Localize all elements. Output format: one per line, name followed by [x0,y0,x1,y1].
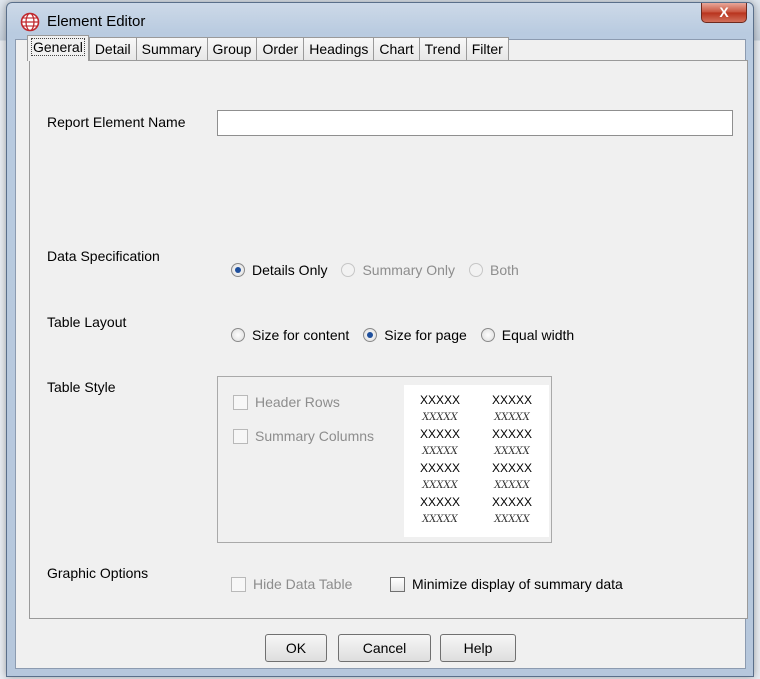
summary-columns-checkbox[interactable]: Summary Columns [233,428,374,444]
checkbox-icon[interactable] [390,576,405,592]
tab-bar: General Detail Summary Group Order Headi… [27,35,509,61]
size-for-page-option[interactable]: Size for page [363,327,467,343]
preview-cell: XXXXX [422,480,458,491]
hide-data-table-checkbox[interactable]: Hide Data Table [231,576,352,592]
preview-cell: XXXXX [491,393,533,407]
checkbox-icon[interactable] [231,576,246,592]
window-title: Element Editor [47,13,146,30]
checkbox-icon[interactable] [233,428,248,444]
preview-cell: XXXXX [419,393,461,407]
preview-cell: XXXXX [494,480,530,491]
tab-headings[interactable]: Headings [303,37,374,61]
tab-filter[interactable]: Filter [465,37,509,61]
app-globe-icon [20,12,40,32]
checkbox-label: Minimize display of summary data [412,576,623,592]
table-layout-radio-group: Size for content Size for page Equal wid… [231,327,588,343]
preview-cell: XXXXX [494,412,530,423]
size-for-content-option[interactable]: Size for content [231,327,349,343]
checkbox-label: Hide Data Table [253,576,353,592]
checkbox-label: Summary Columns [255,428,375,444]
option-label: Equal width [501,327,575,343]
option-label: Summary Only [362,262,456,278]
radio-icon[interactable] [231,328,245,342]
preview-row: XXXXX XXXXX [404,392,549,409]
preview-cell: XXXXX [494,446,530,457]
details-only-option[interactable]: Details Only [231,262,327,278]
preview-row: XXXXX XXXXX [404,511,549,528]
tab-order[interactable]: Order [256,37,304,61]
both-option[interactable]: Both [469,262,519,278]
preview-cell: XXXXX [419,495,461,509]
checkbox-icon[interactable] [233,394,248,410]
equal-width-option[interactable]: Equal width [480,327,575,343]
preview-cell: XXXXX [491,495,533,509]
header-rows-checkbox[interactable]: Header Rows [233,394,340,410]
data-specification-radio-group: Details Only Summary Only Both [231,262,533,278]
tab-general[interactable]: General [27,35,89,61]
radio-icon[interactable] [480,328,495,342]
radio-icon[interactable] [341,263,356,277]
preview-row: XXXXX XXXXX [404,494,549,511]
preview-row: XXXXX XXXXX [404,426,549,443]
preview-row: XXXXX XXXXX [404,409,549,426]
option-label: Details Only [252,262,328,278]
radio-selected-icon[interactable] [363,328,378,342]
preview-row: XXXXX XXXXX [404,477,549,494]
preview-cell: XXXXX [419,427,461,441]
radio-selected-icon[interactable] [231,263,245,277]
help-button[interactable]: Help [440,634,516,662]
preview-cell: XXXXX [422,446,458,457]
tab-label: General [31,38,85,56]
preview-cell: XXXXX [422,412,458,423]
table-layout-label: Table Layout [47,314,127,330]
tab-chart[interactable]: Chart [373,37,419,61]
table-style-label: Table Style [47,379,116,395]
summary-only-option[interactable]: Summary Only [341,262,455,278]
table-style-box: Header Rows Summary Columns XXXXX XXXXX X… [217,376,552,543]
table-style-preview: XXXXX XXXXX XXXXX XXXXX XXXXX XXXXX XXXXX XX… [404,385,549,537]
preview-cell: XXXXX [491,427,533,441]
close-button[interactable]: X [701,3,747,23]
preview-cell: XXXXX [422,514,458,525]
tab-summary[interactable]: Summary [135,37,207,61]
tab-group[interactable]: Group [206,37,257,61]
data-specification-label: Data Specification [47,248,160,264]
graphic-options-label: Graphic Options [47,565,149,581]
option-label: Size for content [252,327,350,343]
radio-icon[interactable] [469,263,484,277]
report-element-name-input[interactable] [217,110,733,136]
minimize-summary-checkbox[interactable]: Minimize display of summary data [390,576,623,592]
checkbox-label: Header Rows [255,394,340,410]
preview-cell: XXXXX [419,461,461,475]
tab-trend[interactable]: Trend [418,37,466,61]
cancel-button[interactable]: Cancel [338,634,431,662]
preview-row: XXXXX XXXXX [404,443,549,460]
option-label: Size for page [384,327,467,343]
ok-button[interactable]: OK [265,634,327,662]
option-label: Both [490,262,519,278]
preview-cell: XXXXX [494,514,530,525]
preview-cell: XXXXX [491,461,533,475]
report-element-name-label: Report Element Name [47,114,186,130]
tab-detail[interactable]: Detail [88,37,136,61]
preview-row: XXXXX XXXXX [404,460,549,477]
